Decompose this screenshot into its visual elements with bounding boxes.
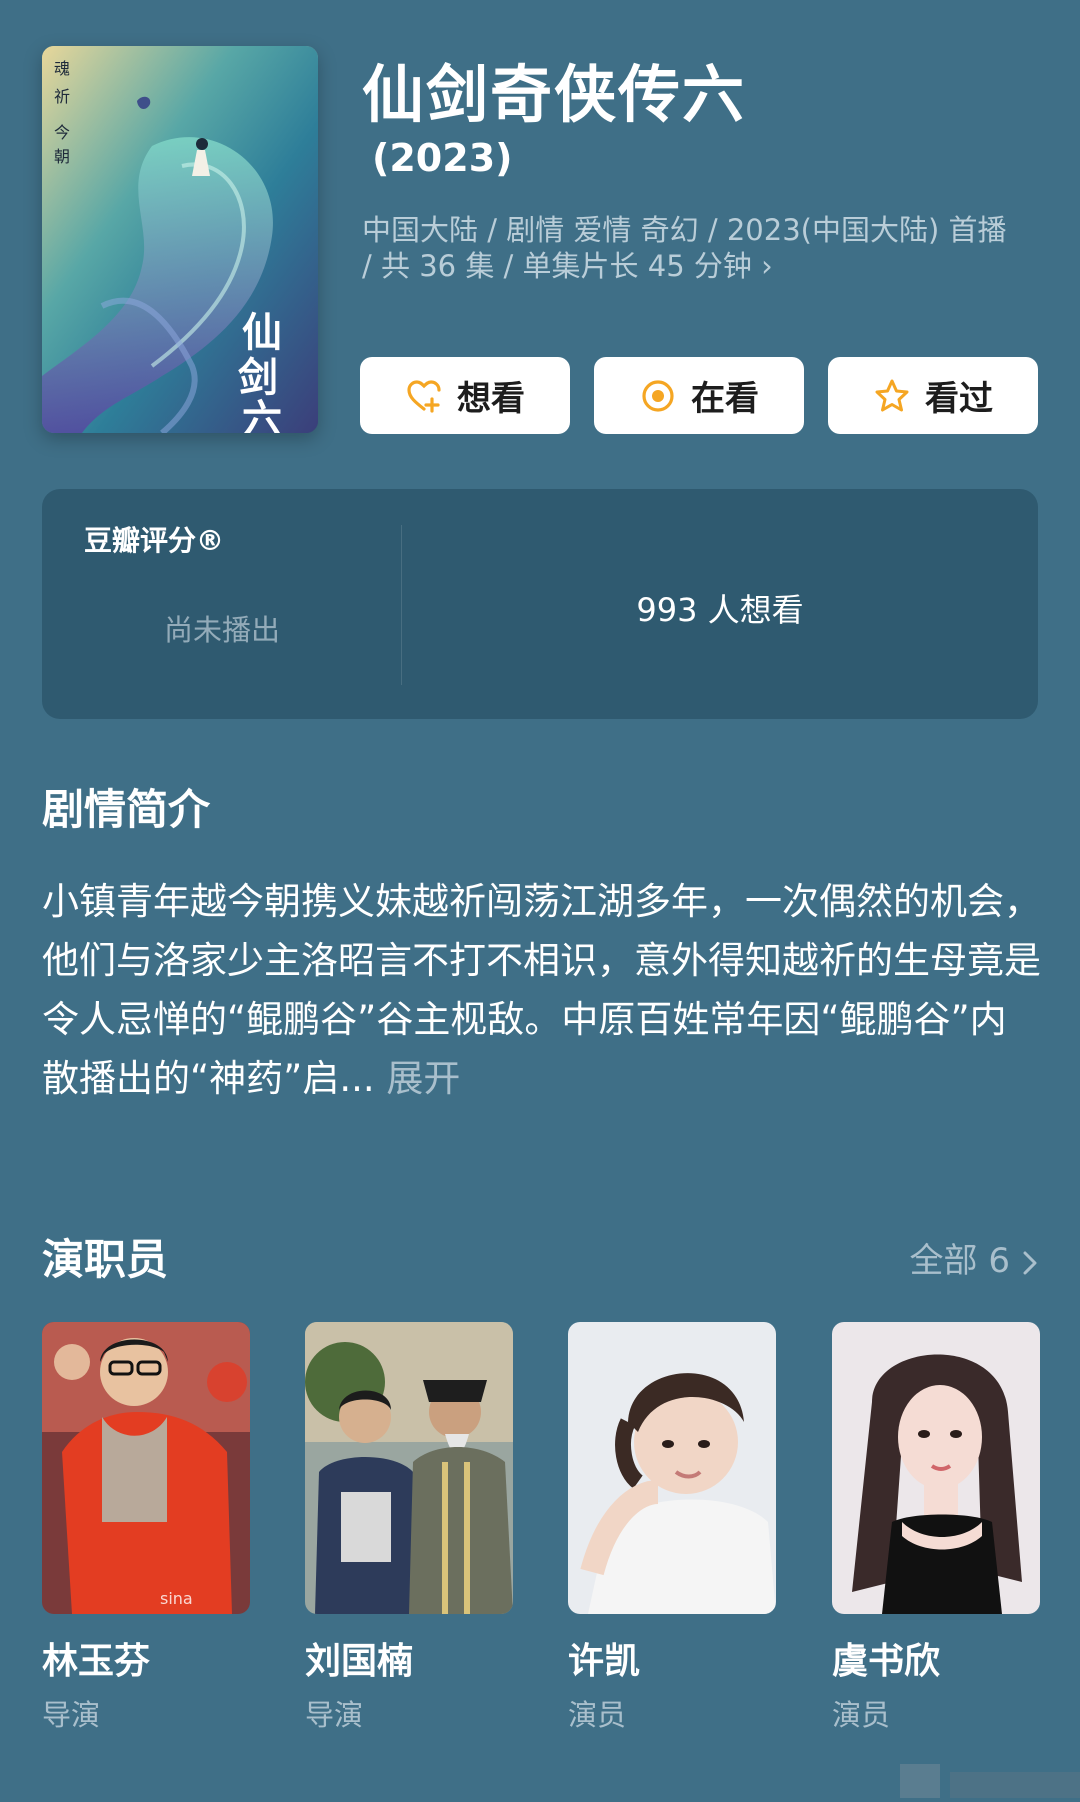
svg-text:祈: 祈 [54, 87, 70, 106]
heart-plus-icon [405, 377, 443, 415]
cast-section-title: 演职员 [42, 1235, 169, 1284]
cast-member[interactable]: 许凯 演员 [568, 1322, 776, 1734]
movie-meta-info[interactable]: 中国大陆 / 剧情 爱情 奇幻 / 2023(中国大陆) 首播 / 共 36 集… [362, 212, 1022, 284]
svg-text:六: 六 [242, 396, 282, 433]
want-count: 993 人想看 [636, 591, 804, 629]
cast-name: 刘国楠 [305, 1641, 414, 1682]
watching-button[interactable]: 在看 [594, 357, 804, 434]
rating-card[interactable]: 豆瓣评分® 尚未播出 993 人想看 [42, 489, 1038, 719]
cast-photo: sina [42, 1322, 250, 1614]
action-bar: 想看 在看 看过 [360, 357, 1040, 434]
cast-name: 虞书欣 [832, 1641, 941, 1682]
svg-text:朝: 朝 [54, 147, 70, 166]
cast-role: 导演 [42, 1698, 101, 1732]
watched-button[interactable]: 看过 [828, 357, 1038, 434]
cast-photo [832, 1322, 1040, 1614]
svg-text:sina: sina [160, 1589, 193, 1608]
cast-photo [305, 1322, 513, 1614]
cast-photo [568, 1322, 776, 1614]
page-title: 仙剑奇侠传六 [362, 58, 747, 131]
see-all-label: 全部 6 [909, 1241, 1010, 1281]
cast-member[interactable]: 刘国楠 导演 [305, 1322, 513, 1734]
rating-status: 尚未播出 [163, 613, 280, 647]
cast-member[interactable]: sina 林玉芬 导演 [42, 1322, 250, 1734]
douban-rating-label: 豆瓣评分® [84, 524, 225, 557]
watching-label: 在看 [691, 379, 759, 419]
cast-member[interactable]: 虞书欣 演员 [832, 1322, 1040, 1734]
cast-role: 演员 [832, 1698, 891, 1732]
chevron-right-icon [1020, 1245, 1040, 1274]
target-dot-icon [639, 377, 677, 415]
cast-role: 演员 [568, 1698, 627, 1732]
svg-text:今: 今 [54, 123, 70, 142]
cast-role: 导演 [305, 1698, 364, 1732]
poster-artwork: 魂 祈 今 朝 仙 剑 六 [42, 46, 318, 433]
cast-list: sina 林玉芬 导演 刘国楠 导演 许凯 演员 虞书欣 演员 [42, 1322, 1042, 1732]
want-to-watch-label: 想看 [457, 379, 525, 419]
svg-text:仙: 仙 [242, 309, 282, 356]
cast-name: 许凯 [568, 1641, 641, 1682]
watched-label: 看过 [925, 379, 993, 419]
cast-name: 林玉芬 [42, 1641, 151, 1682]
synopsis-body: 小镇青年越今朝携义妹越祈闯荡江湖多年，一次偶然的机会，他们与洛家少主洛昭言不打不… [42, 880, 1041, 1100]
synopsis-title: 剧情简介 [42, 785, 211, 834]
synopsis-text: 小镇青年越今朝携义妹越祈闯荡江湖多年，一次偶然的机会，他们与洛家少主洛昭言不打不… [42, 872, 1042, 1108]
expand-synopsis-link[interactable]: 展开 [386, 1057, 460, 1100]
want-to-watch-button[interactable]: 想看 [360, 357, 570, 434]
see-all-cast-link[interactable]: 全部 6 [910, 1233, 1040, 1282]
star-outline-icon [873, 377, 911, 415]
svg-text:魂: 魂 [54, 59, 70, 78]
poster-image[interactable]: 魂 祈 今 朝 仙 剑 六 [42, 46, 318, 433]
release-year: (2023) [372, 136, 513, 180]
bottom-edge-decoration [860, 1764, 1080, 1798]
svg-text:剑: 剑 [238, 354, 278, 401]
